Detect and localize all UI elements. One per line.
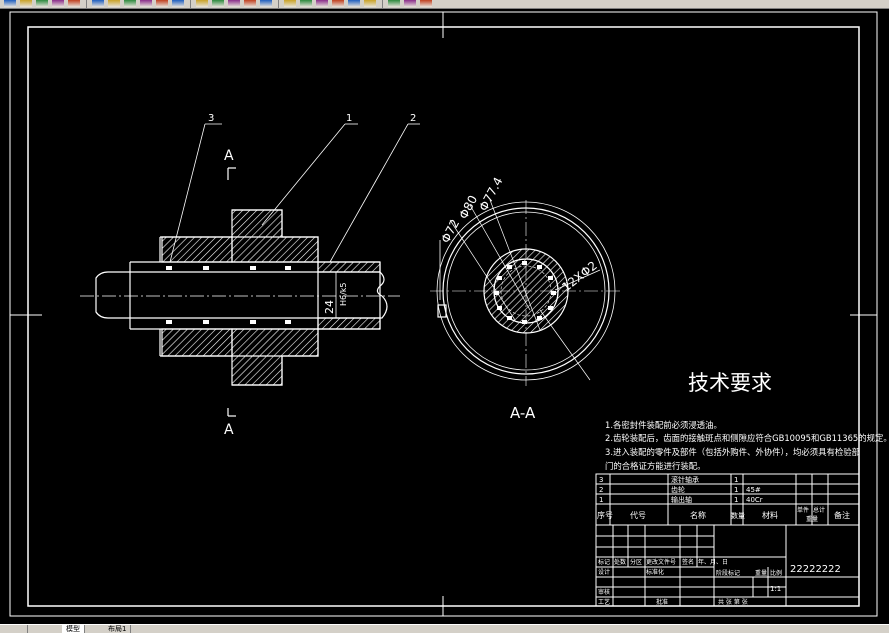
- linetype-icon[interactable]: [420, 0, 432, 7]
- parts-header-code: 代号: [630, 510, 646, 520]
- parts-header-material: 材料: [762, 510, 778, 520]
- parts-row-3-name: 滚针轴承: [671, 475, 699, 484]
- tb-sign: 签名: [682, 558, 694, 566]
- zoom-realtime-icon[interactable]: [212, 0, 224, 7]
- tb-ratio: 比例: [770, 569, 782, 577]
- tool-palette-icon[interactable]: [300, 0, 312, 7]
- dim-d77: Φ77.4: [476, 175, 505, 214]
- balloon-1: 1: [346, 113, 352, 124]
- dim-shaft-fit: H6/k5: [339, 282, 348, 306]
- tb-weight: 重量: [755, 569, 767, 577]
- balloon-3: 3: [208, 113, 214, 124]
- zoom-previous-icon[interactable]: [244, 0, 256, 7]
- dim-d72: Φ72: [438, 217, 462, 245]
- parts-row-1-qty: 1: [734, 496, 738, 504]
- tb-approve: 批准: [656, 598, 668, 606]
- toolbar-separator: [382, 0, 383, 8]
- parts-header-name: 名称: [690, 510, 706, 520]
- tb-review: 审核: [598, 588, 610, 596]
- tech-req-line-3: 3.进入装配的零件及部件（包括外购件、外协件），均必须具有检验部: [605, 447, 860, 457]
- pan-icon[interactable]: [196, 0, 208, 7]
- new-icon[interactable]: [4, 0, 16, 7]
- tb-date: 年、月、日: [698, 558, 728, 566]
- toolbar-separator: [190, 0, 191, 8]
- shaft-section-view: [80, 123, 420, 417]
- redo-icon[interactable]: [172, 0, 184, 7]
- cad-drawing: 3 1 2 A A 24 H6/k5 Φ77.4 Φ80 Φ72 12XΦ2 A…: [9, 11, 889, 617]
- save-icon[interactable]: [36, 0, 48, 7]
- sheet-set-icon[interactable]: [316, 0, 328, 7]
- markup-icon[interactable]: [332, 0, 344, 7]
- tb-zone: 分区: [630, 558, 642, 566]
- parts-row-2-material: 45#: [746, 486, 761, 494]
- tb-sheets: 共 张 第 张: [718, 598, 748, 606]
- tb-scale: 1:1: [770, 585, 781, 593]
- layer-icon[interactable]: [388, 0, 400, 7]
- toolbar-separator: [86, 0, 87, 8]
- tech-req-title: 技术要求: [688, 371, 772, 395]
- shaft-end-hatch: [317, 261, 381, 273]
- parts-header-remark: 备注: [834, 510, 850, 520]
- tb-drawing-no: 22222222: [790, 564, 841, 575]
- parts-header-seq: 序号: [597, 510, 613, 520]
- paste-icon[interactable]: [124, 0, 136, 7]
- tb-count: 处数: [614, 558, 626, 566]
- bearing-upper-hatch: [161, 236, 233, 263]
- tb-process: 工艺: [598, 598, 610, 606]
- balloon-2: 2: [410, 113, 416, 124]
- zoom-window-icon[interactable]: [228, 0, 240, 7]
- parts-row-2-seq: 2: [599, 486, 603, 494]
- parts-header-single: 单件: [797, 506, 809, 514]
- gear-upper-hatch: [231, 209, 319, 263]
- dim-shaft-24: 24: [323, 300, 336, 314]
- copy-icon[interactable]: [108, 0, 120, 7]
- tech-req-line-2: 2.齿轮装配后，齿面的接触斑点和侧隙应符合GB10095和GB11365的规定。: [605, 433, 889, 443]
- section-letter-bottom: A: [224, 422, 234, 438]
- tech-req-line-4: 门的合格证方能进行装配。: [605, 461, 706, 471]
- tb-mark: 标记: [598, 558, 610, 566]
- print-icon[interactable]: [52, 0, 64, 7]
- cut-icon[interactable]: [92, 0, 104, 7]
- bearing-lower-hatch: [161, 328, 233, 357]
- parts-header-qty: 数量: [731, 511, 745, 520]
- parts-row-1-name: 输出轴: [671, 495, 692, 504]
- needle-rollers: [166, 266, 291, 324]
- color-icon[interactable]: [404, 0, 416, 7]
- parts-row-2-name: 齿轮: [671, 485, 685, 494]
- parts-row-3-qty: 1: [734, 476, 738, 484]
- toolbar-separator: [278, 0, 279, 8]
- preview-icon[interactable]: [68, 0, 80, 7]
- parts-row-3-seq: 3: [599, 476, 603, 484]
- open-icon[interactable]: [20, 0, 32, 7]
- help-icon[interactable]: [364, 0, 376, 7]
- parts-row-1-material: 40Cr: [746, 496, 763, 504]
- parts-header-total: 总计: [813, 506, 825, 514]
- undo-icon[interactable]: [156, 0, 168, 7]
- properties-icon[interactable]: [260, 0, 272, 7]
- section-letter-top: A: [224, 148, 234, 164]
- parts-row-1-seq: 1: [599, 496, 603, 504]
- parts-row-2-qty: 1: [734, 486, 738, 494]
- parts-header-weight: 重量: [806, 515, 818, 523]
- tb-stage: 阶段标记: [716, 569, 740, 577]
- design-center-icon[interactable]: [284, 0, 296, 7]
- tb-docno: 更改文件号: [646, 558, 676, 566]
- match-icon[interactable]: [140, 0, 152, 7]
- drawing-canvas[interactable]: 3 1 2 A A 24 H6/k5 Φ77.4 Φ80 Φ72 12XΦ2 A…: [0, 8, 889, 624]
- tb-standardize: 标准化: [646, 568, 664, 576]
- view-title-aa: A-A: [510, 404, 536, 422]
- tb-design: 设计: [598, 568, 610, 576]
- gear-lower-hatch: [231, 328, 319, 386]
- calculator-icon[interactable]: [348, 0, 360, 7]
- tech-req-line-1: 1.各密封件装配前必须浸透油。: [605, 420, 722, 430]
